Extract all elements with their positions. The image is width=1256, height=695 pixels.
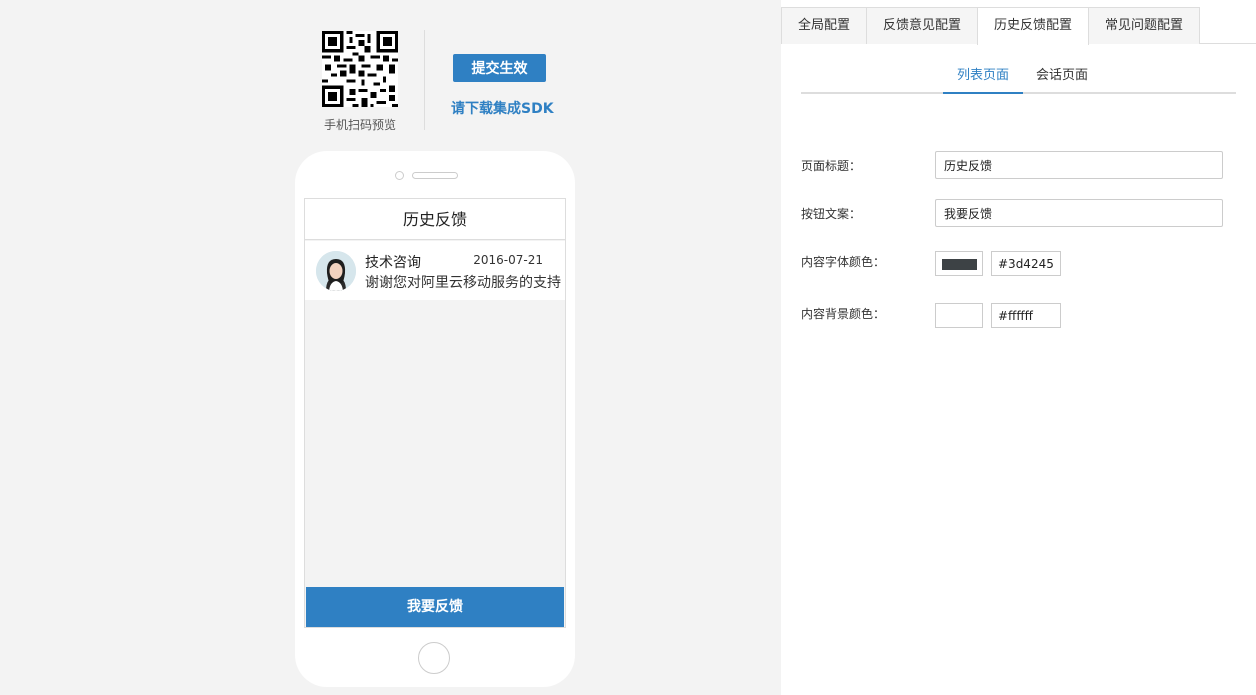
- phone-camera: [395, 171, 404, 180]
- page-subtabs: 列表页面 会话页面: [801, 58, 1236, 94]
- button-text-input[interactable]: [935, 199, 1223, 227]
- bg-color-label: 内容背景颜色：: [801, 307, 886, 321]
- phone-home-button: [418, 642, 450, 674]
- bg-color-fill: [942, 311, 977, 322]
- download-sdk-link[interactable]: 请下载集成SDK: [451, 98, 554, 118]
- phone-mockup: 历史反馈 技术咨询 2016-07-21 谢谢您对阿里云移动服务的支持 我要反馈: [295, 151, 575, 687]
- preview-panel: 手机扫码预览 提交生效 请下载集成SDK 历史反馈 技术咨询 2016-07-2: [0, 0, 781, 695]
- submit-button[interactable]: 提交生效: [453, 54, 546, 82]
- font-color-label: 内容字体颜色：: [801, 255, 886, 269]
- feedback-content: 谢谢您对阿里云移动服务的支持: [365, 275, 561, 291]
- bg-color-input[interactable]: [991, 303, 1061, 328]
- qr-code-icon: [322, 31, 398, 107]
- subtab-session-page[interactable]: 会话页面: [1031, 58, 1093, 94]
- font-color-swatch[interactable]: [935, 251, 983, 276]
- page-title-label: 页面标题：: [801, 159, 862, 173]
- config-tabs: 全局配置 反馈意见配置 历史反馈配置 常见问题配置: [781, 7, 1256, 45]
- qr-caption: 手机扫码预览: [323, 118, 396, 132]
- page-title-input[interactable]: [935, 151, 1223, 179]
- tab-feedback-config[interactable]: 反馈意见配置: [866, 7, 979, 44]
- avatar: [316, 251, 356, 291]
- divider: [424, 30, 425, 130]
- config-panel: 全局配置 反馈意见配置 历史反馈配置 常见问题配置 列表页面 会话页面 页面标题…: [781, 0, 1256, 695]
- button-text-label: 按钮文案：: [801, 207, 862, 221]
- feedback-date: 2016-07-21: [473, 253, 543, 267]
- screen-title: 历史反馈: [305, 199, 565, 240]
- phone-screen: 历史反馈 技术咨询 2016-07-21 谢谢您对阿里云移动服务的支持 我要反馈: [304, 198, 566, 628]
- tab-faq-config[interactable]: 常见问题配置: [1088, 7, 1201, 44]
- feedback-list-item[interactable]: 技术咨询 2016-07-21 谢谢您对阿里云移动服务的支持: [305, 241, 565, 300]
- subtab-list-page[interactable]: 列表页面: [943, 58, 1023, 94]
- font-color-input[interactable]: [991, 251, 1061, 276]
- font-color-fill: [942, 259, 977, 270]
- feedback-button[interactable]: 我要反馈: [306, 587, 564, 627]
- feedback-category: 技术咨询: [365, 255, 421, 271]
- phone-speaker: [412, 172, 458, 179]
- bg-color-swatch[interactable]: [935, 303, 983, 328]
- tab-history-config[interactable]: 历史反馈配置: [977, 7, 1090, 45]
- tab-global-config[interactable]: 全局配置: [781, 7, 868, 44]
